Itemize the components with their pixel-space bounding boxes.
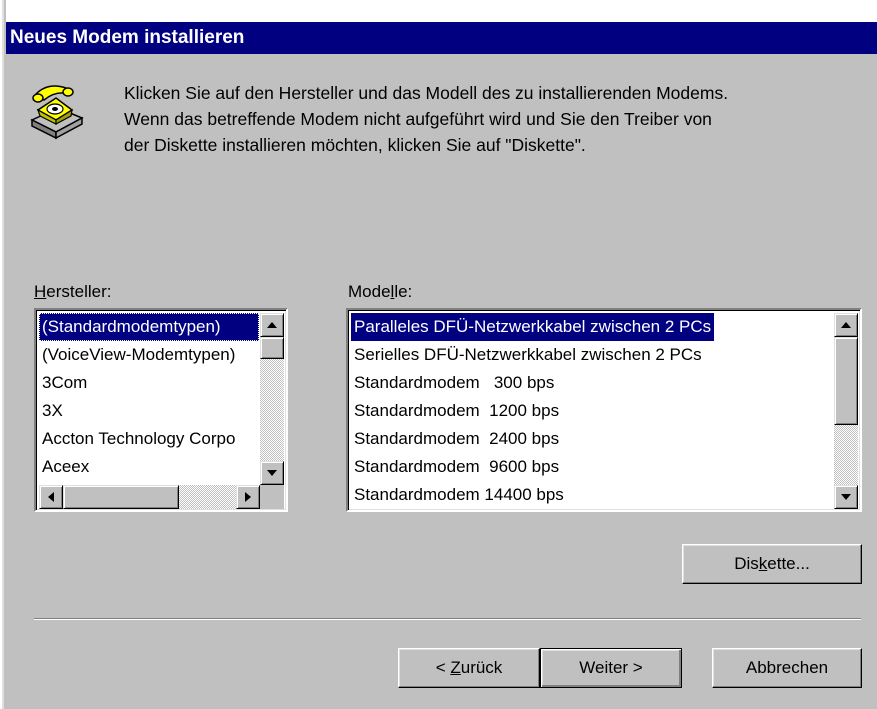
scroll-down-button[interactable] <box>260 461 284 485</box>
arrow-right-icon <box>245 492 251 502</box>
models-vertical-scrollbar[interactable] <box>834 313 858 509</box>
list-item[interactable]: 3Com <box>39 369 259 397</box>
telephone-icon <box>26 80 86 140</box>
list-item[interactable]: (VoiceView-Modemtypen) <box>39 341 259 369</box>
list-item[interactable]: 3X <box>39 397 259 425</box>
arrow-up-icon <box>267 322 277 328</box>
window-title: Neues Modem installieren <box>10 27 245 48</box>
arrow-down-icon <box>267 470 277 476</box>
list-item[interactable]: Paralleles DFÜ-Netzwerkkabel zwischen 2 … <box>351 313 715 341</box>
list-item[interactable]: Standardmodem 9600 bps <box>351 453 829 481</box>
manufacturer-label: Hersteller: <box>34 282 112 301</box>
arrow-left-icon <box>48 492 54 502</box>
arrow-down-icon <box>841 494 851 500</box>
next-button[interactable]: Weiter > <box>540 648 682 688</box>
arrow-up-icon <box>841 322 851 328</box>
manufacturer-listbox[interactable]: (Standardmodemtypen) (VoiceView-Modemtyp… <box>34 308 288 512</box>
list-item[interactable]: Standardmodem 300 bps <box>351 369 829 397</box>
models-label: Modelle: <box>348 282 413 301</box>
models-list: Paralleles DFÜ-Netzwerkkabel zwischen 2 … <box>351 313 829 509</box>
scroll-right-button[interactable] <box>236 485 260 509</box>
disk-button[interactable]: Diskette... <box>682 544 862 584</box>
instruction-line-1: Klicken Sie auf den Hersteller und das M… <box>124 83 729 103</box>
scroll-up-button[interactable] <box>260 313 284 337</box>
list-item[interactable]: Aceex <box>39 453 259 481</box>
back-button[interactable]: < Zurück <box>398 648 540 688</box>
list-item[interactable]: Accton Technology Corpo <box>39 425 259 453</box>
list-item[interactable]: Standardmodem 2400 bps <box>351 425 829 453</box>
manufacturer-horizontal-scrollbar[interactable] <box>39 485 260 509</box>
manufacturer-vertical-scrollbar[interactable] <box>260 313 284 485</box>
window-top-edge <box>0 0 877 22</box>
instruction-line-3: der Diskette installieren möchten, klick… <box>124 135 586 155</box>
title-bar[interactable]: Neues Modem installieren <box>6 22 877 54</box>
scroll-thumb[interactable] <box>260 337 284 359</box>
instruction-line-2: Wenn das betreffende Modem nicht aufgefü… <box>124 109 712 129</box>
list-item[interactable]: (Standardmodemtypen) <box>39 313 259 341</box>
list-item[interactable]: Serielles DFÜ-Netzwerkkabel zwischen 2 P… <box>351 341 829 369</box>
window-left-edge <box>0 0 6 709</box>
list-item[interactable]: Standardmodem 1200 bps <box>351 397 829 425</box>
scroll-down-button[interactable] <box>834 485 858 509</box>
models-listbox[interactable]: Paralleles DFÜ-Netzwerkkabel zwischen 2 … <box>346 308 862 512</box>
scroll-left-button[interactable] <box>39 485 63 509</box>
manufacturer-list: (Standardmodemtypen) (VoiceView-Modemtyp… <box>39 313 259 481</box>
scrollbar-corner <box>260 485 284 509</box>
scroll-up-button[interactable] <box>834 313 858 337</box>
instruction-text: Klicken Sie auf den Hersteller und das M… <box>124 80 864 158</box>
scroll-thumb[interactable] <box>834 337 858 425</box>
list-item[interactable]: Standardmodem 14400 bps <box>351 481 829 509</box>
scroll-thumb[interactable] <box>63 485 179 509</box>
separator <box>34 618 861 620</box>
cancel-button[interactable]: Abbrechen <box>712 648 862 688</box>
